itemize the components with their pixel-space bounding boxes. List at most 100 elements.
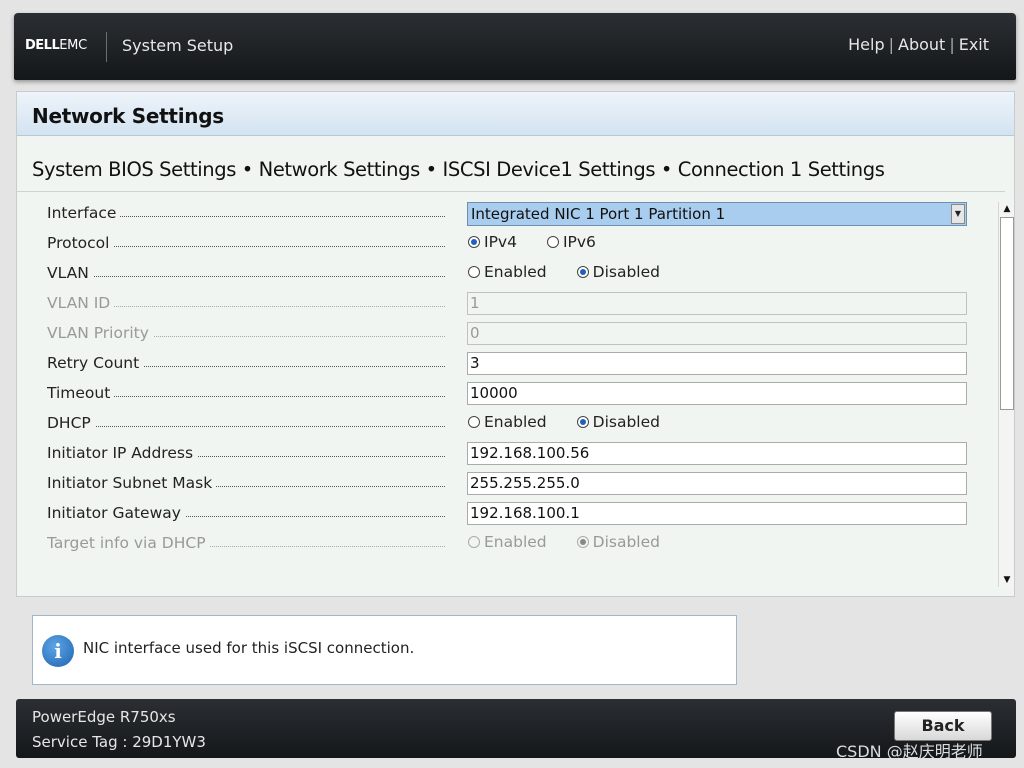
- back-button[interactable]: Back: [894, 711, 992, 741]
- header-links: Help | About | Exit: [848, 35, 989, 54]
- breadcrumb: System BIOS Settings • Network Settings …: [32, 158, 885, 181]
- interface-value: Integrated NIC 1 Port 1 Partition 1: [471, 205, 726, 223]
- radio-selected-icon: [576, 266, 589, 278]
- settings-scrollbar[interactable]: ▲ ▼: [998, 202, 1014, 587]
- protocol-label: Protocol: [47, 234, 114, 252]
- help-text-box: i NIC interface used for this iSCSI conn…: [32, 615, 737, 685]
- timeout-label: Timeout: [47, 384, 115, 402]
- setting-row-protocol: Protocol IPv4 IPv6: [17, 228, 997, 258]
- setting-row-vlan: VLAN Enabled Disabled: [17, 258, 997, 288]
- radio-selected-icon: [576, 536, 589, 548]
- header-divider: [106, 32, 107, 62]
- setting-row-timeout: Timeout 10000: [17, 378, 997, 408]
- vlan-priority-field: 0: [467, 322, 967, 345]
- setting-label: Timeout: [47, 384, 447, 402]
- setting-row-interface: Interface Integrated NIC 1 Port 1 Partit…: [17, 198, 997, 228]
- initiator-gateway-label: Initiator Gateway: [47, 504, 185, 522]
- target-dhcp-disabled-radio: Disabled: [576, 533, 660, 551]
- retry-count-field[interactable]: 3: [467, 352, 967, 375]
- dell-emc-logo: DELLEMC: [25, 38, 87, 53]
- system-model: PowerEdge R750xs: [32, 708, 176, 726]
- radio-label: Disabled: [592, 263, 660, 281]
- setting-label: Initiator Gateway: [47, 504, 447, 522]
- radio-label: Disabled: [592, 533, 660, 551]
- setting-row-initiator-ip: Initiator IP Address 192.168.100.56: [17, 438, 997, 468]
- scroll-thumb[interactable]: [1000, 217, 1014, 410]
- radio-unselected-icon: [468, 266, 480, 278]
- logo-dell-text: DELL: [25, 38, 60, 53]
- dropdown-arrow-icon[interactable]: ▼: [951, 204, 965, 224]
- link-separator: |: [888, 35, 894, 54]
- radio-label: Enabled: [484, 533, 547, 551]
- protocol-ipv4-radio[interactable]: IPv4: [468, 233, 517, 251]
- initiator-ip-label: Initiator IP Address: [47, 444, 198, 462]
- vlan-enabled-radio[interactable]: Enabled: [468, 263, 547, 281]
- initiator-gateway-field[interactable]: 192.168.100.1: [467, 502, 967, 525]
- setting-label: VLAN Priority: [47, 324, 447, 342]
- dhcp-label: DHCP: [47, 414, 95, 432]
- about-link[interactable]: About: [898, 35, 945, 54]
- main-panel: Network Settings System BIOS Settings • …: [16, 91, 1015, 597]
- setting-label: Protocol: [47, 234, 447, 252]
- setting-row-vlan-id: VLAN ID 1: [17, 288, 997, 318]
- timeout-field[interactable]: 10000: [467, 382, 967, 405]
- radio-unselected-icon: [546, 236, 559, 248]
- retry-count-label: Retry Count: [47, 354, 144, 372]
- page-title-bar: Network Settings: [17, 92, 1014, 136]
- dhcp-disabled-radio[interactable]: Disabled: [576, 413, 660, 431]
- breadcrumb-divider: [17, 191, 1005, 192]
- setting-label: VLAN ID: [47, 294, 447, 312]
- setting-row-retry-count: Retry Count 3: [17, 348, 997, 378]
- target-dhcp-radio-group: Enabled Disabled: [468, 533, 690, 551]
- link-separator: |: [949, 35, 955, 54]
- radio-label: Enabled: [484, 263, 547, 281]
- top-header: DELLEMC System Setup Help | About | Exit: [14, 13, 1016, 80]
- radio-label: IPv6: [562, 233, 596, 251]
- setting-row-initiator-mask: Initiator Subnet Mask 255.255.255.0: [17, 468, 997, 498]
- setting-label: Interface: [47, 204, 447, 222]
- help-link[interactable]: Help: [848, 35, 884, 54]
- service-tag: Service Tag : 29D1YW3: [32, 733, 206, 751]
- interface-label: Interface: [47, 204, 121, 222]
- setting-label: Initiator IP Address: [47, 444, 447, 462]
- vlan-disabled-radio[interactable]: Disabled: [576, 263, 660, 281]
- vlan-id-field: 1: [467, 292, 967, 315]
- help-text: NIC interface used for this iSCSI connec…: [83, 639, 415, 657]
- vlan-label: VLAN: [47, 264, 93, 282]
- exit-link[interactable]: Exit: [959, 35, 989, 54]
- target-dhcp-enabled-radio: Enabled: [468, 533, 547, 551]
- vlan-id-label: VLAN ID: [47, 294, 115, 312]
- logo-emc-text: EMC: [59, 38, 87, 53]
- setting-label: Initiator Subnet Mask: [47, 474, 447, 492]
- setting-label: Retry Count: [47, 354, 447, 372]
- radio-label: IPv4: [484, 233, 517, 251]
- setting-label: VLAN: [47, 264, 447, 282]
- dhcp-enabled-radio[interactable]: Enabled: [468, 413, 547, 431]
- setting-row-vlan-priority: VLAN Priority 0: [17, 318, 997, 348]
- initiator-ip-field[interactable]: 192.168.100.56: [467, 442, 967, 465]
- watermark-text: CSDN @赵庆明老师: [836, 742, 983, 761]
- vlan-priority-label: VLAN Priority: [47, 324, 153, 342]
- setting-row-target-dhcp: Target info via DHCP Enabled Disabled: [17, 528, 997, 558]
- page-title: Network Settings: [32, 104, 224, 128]
- initiator-mask-label: Initiator Subnet Mask: [47, 474, 217, 492]
- setting-label: DHCP: [47, 414, 447, 432]
- radio-unselected-icon: [468, 536, 480, 548]
- scroll-up-arrow-icon[interactable]: ▲: [1001, 202, 1013, 216]
- dhcp-radio-group: Enabled Disabled: [468, 413, 690, 431]
- radio-unselected-icon: [468, 416, 480, 428]
- setting-label: Target info via DHCP: [47, 534, 447, 552]
- setting-row-dhcp: DHCP Enabled Disabled: [17, 408, 997, 438]
- scroll-down-arrow-icon[interactable]: ▼: [1001, 573, 1013, 587]
- protocol-radio-group: IPv4 IPv6: [468, 233, 626, 251]
- app-title: System Setup: [122, 36, 234, 55]
- radio-selected-icon: [468, 236, 480, 248]
- target-dhcp-label: Target info via DHCP: [47, 534, 210, 552]
- info-icon: i: [42, 635, 74, 667]
- vlan-radio-group: Enabled Disabled: [468, 263, 690, 281]
- radio-label: Disabled: [592, 413, 660, 431]
- protocol-ipv6-radio[interactable]: IPv6: [546, 233, 596, 251]
- initiator-mask-field[interactable]: 255.255.255.0: [467, 472, 967, 495]
- interface-select[interactable]: Integrated NIC 1 Port 1 Partition 1 ▼: [467, 202, 967, 226]
- radio-label: Enabled: [484, 413, 547, 431]
